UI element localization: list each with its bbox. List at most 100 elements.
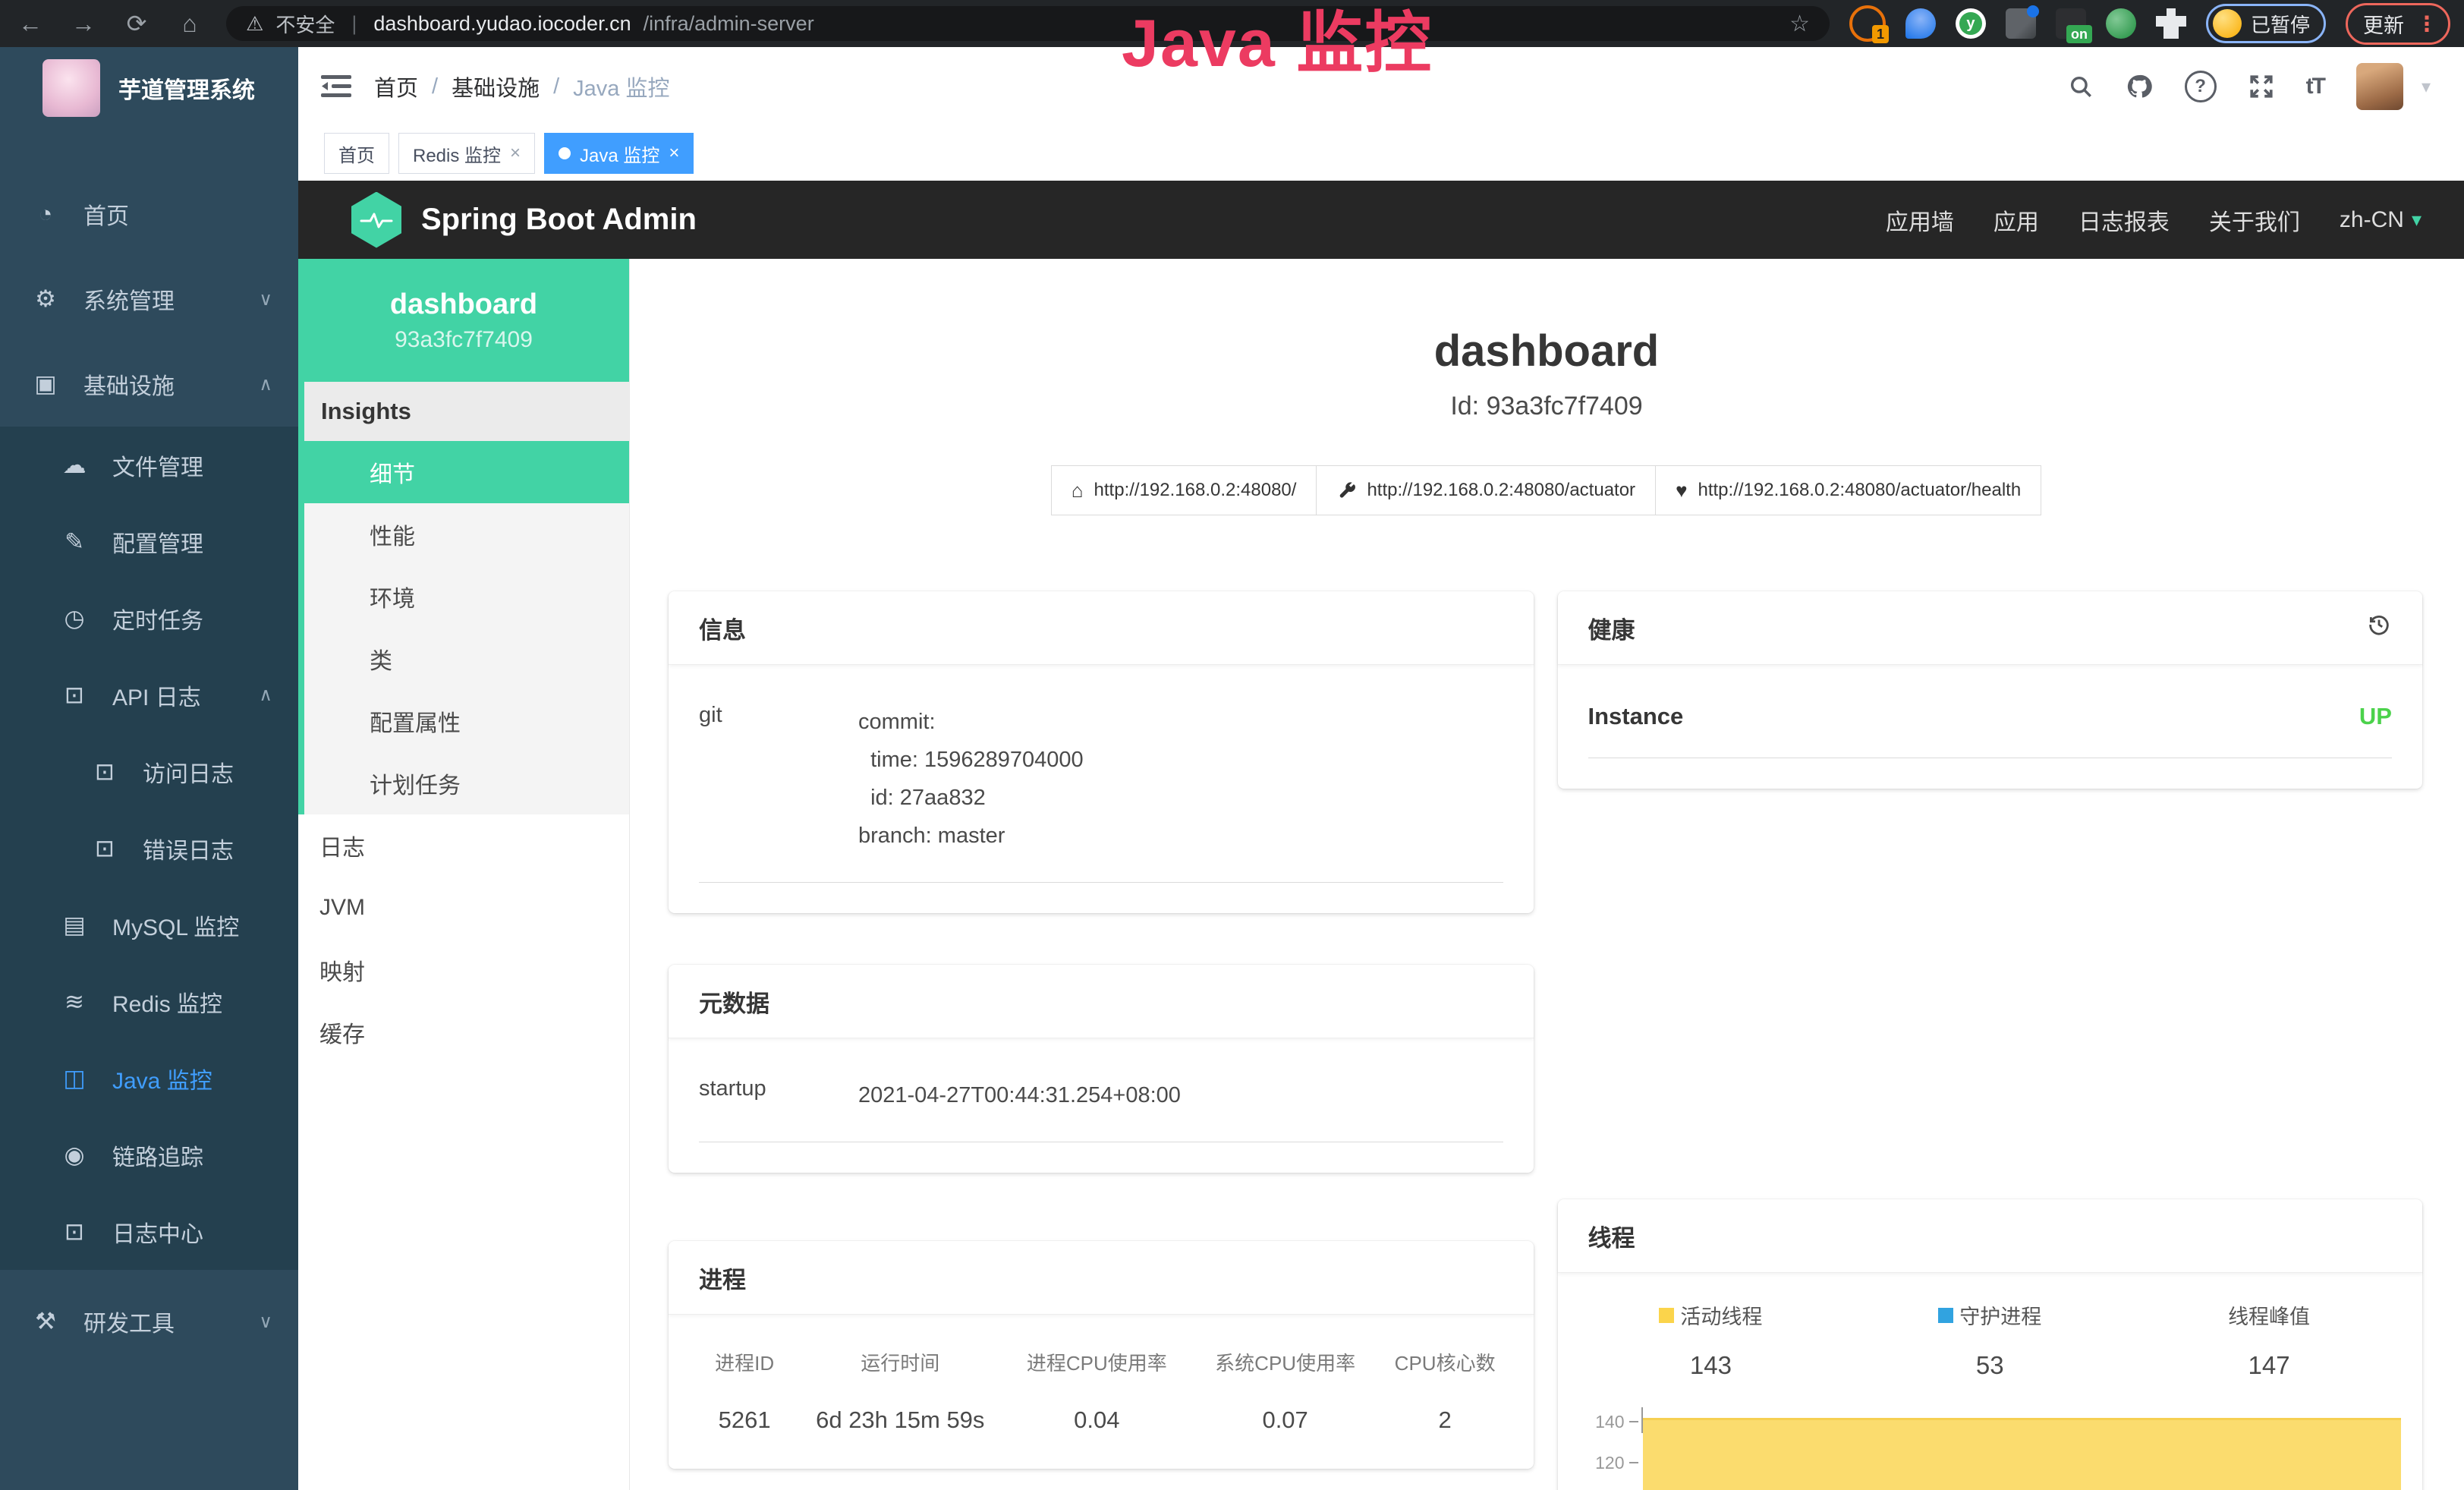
edit-icon: ✎ xyxy=(59,528,90,556)
address-bar[interactable]: ⚠ 不安全 | dashboard.yudao.iocoder.cn/infra… xyxy=(226,6,1830,41)
browser-back-icon[interactable]: ← xyxy=(14,11,47,36)
sba-item-metrics[interactable]: 性能 xyxy=(304,503,629,565)
process-col-cores: CPU核心数 xyxy=(1380,1348,1511,1376)
sidebar-item-java-monitor[interactable]: ◫ Java 监控 xyxy=(0,1040,298,1117)
process-col-cpu: 进程CPU使用率 xyxy=(1002,1348,1191,1376)
breadcrumb-infra[interactable]: 基础设施 xyxy=(452,71,540,102)
tab-home[interactable]: 首页 xyxy=(324,133,389,174)
sba-nav-journal[interactable]: 日志报表 xyxy=(2079,203,2170,237)
sidebar-item-log-center[interactable]: ⊡ 日志中心 xyxy=(0,1193,298,1270)
font-size-icon[interactable]: tT xyxy=(2306,74,2324,99)
browser-reload-icon[interactable]: ⟳ xyxy=(120,11,153,36)
service-url-link[interactable]: ⌂ http://192.168.0.2:48080/ xyxy=(1051,465,1317,515)
sba-item-jvm[interactable]: JVM xyxy=(298,877,629,939)
sidebar-item-access-log[interactable]: ⊡ 访问日志 xyxy=(0,733,298,810)
hamburger-icon[interactable] xyxy=(321,74,351,99)
process-card-title: 进程 xyxy=(669,1241,1534,1315)
sba-item-logs[interactable]: 日志 xyxy=(298,814,629,877)
sidebar-item-label: 链路追踪 xyxy=(112,1139,203,1172)
sba-item-classes[interactable]: 类 xyxy=(304,628,629,690)
sidebar-item-mysql-monitor[interactable]: ▤ MySQL 监控 xyxy=(0,887,298,963)
extension-pin-icon[interactable] xyxy=(1905,8,1936,39)
home-icon: ⌂ xyxy=(1072,479,1084,502)
health-url-link[interactable]: ♥ http://192.168.0.2:48080/actuator/heal… xyxy=(1655,465,2041,515)
extensions-puzzle-icon[interactable] xyxy=(2156,8,2186,39)
edit-square-icon: ⊡ xyxy=(90,835,120,862)
sidebar-item-infra[interactable]: ▣ 基础设施 ∧ xyxy=(0,342,298,427)
table-icon: ▤ xyxy=(59,912,90,939)
sba-nav-about[interactable]: 关于我们 xyxy=(2209,203,2300,237)
sidebar-item-system[interactable]: ⚙ 系统管理 ∨ xyxy=(0,257,298,342)
tab-java-monitor[interactable]: Java 监控 × xyxy=(544,133,694,174)
history-icon[interactable] xyxy=(2366,612,2392,644)
extension-icon-1[interactable]: 1 xyxy=(1849,5,1886,42)
sidebar-item-error-log[interactable]: ⊡ 错误日志 xyxy=(0,810,298,887)
sba-item-config-props[interactable]: 配置属性 xyxy=(304,690,629,752)
edit-square-icon: ⊡ xyxy=(90,758,120,786)
close-icon[interactable]: × xyxy=(669,143,679,164)
sidebar-item-scheduled-jobs[interactable]: ◷ 定时任务 xyxy=(0,580,298,657)
tab-redis-monitor[interactable]: Redis 监控 × xyxy=(398,133,535,174)
actuator-url-link[interactable]: http://192.168.0.2:48080/actuator xyxy=(1316,465,1656,515)
cards-right-column: 健康 Instance UP 线程 xyxy=(1558,591,2423,1490)
sba-brand-title[interactable]: Spring Boot Admin xyxy=(421,203,697,237)
sba-item-caches[interactable]: 缓存 xyxy=(298,1001,629,1063)
sidebar-item-label: 系统管理 xyxy=(83,282,175,316)
ytick-120: 120 xyxy=(1572,1453,1625,1473)
sidebar-item-config-manage[interactable]: ✎ 配置管理 xyxy=(0,503,298,580)
chevron-down-icon: ∨ xyxy=(259,1311,272,1333)
threads-card-title: 线程 xyxy=(1558,1199,2423,1273)
extension-dark-icon[interactable]: on xyxy=(2056,8,2086,39)
bookmark-star-icon[interactable]: ☆ xyxy=(1789,11,1810,37)
security-warning-icon: ⚠ xyxy=(246,12,263,36)
security-label[interactable]: 不安全 xyxy=(275,10,335,38)
screen-icon: ◫ xyxy=(59,1065,90,1092)
spring-boot-admin-logo-icon[interactable] xyxy=(351,192,401,248)
breadcrumb-current: Java 监控 xyxy=(573,71,669,102)
github-icon[interactable] xyxy=(2126,73,2153,100)
sidebar-item-redis-monitor[interactable]: ≋ Redis 监控 xyxy=(0,963,298,1040)
extension-y-icon[interactable]: y xyxy=(1956,8,1986,39)
avatar[interactable] xyxy=(2356,63,2403,110)
cards-left-column: 信息 git commit: time: 1596289704000 id: 2… xyxy=(669,591,1534,1469)
sidebar-item-dev-tools[interactable]: ⚒ 研发工具 ∨ xyxy=(0,1279,298,1364)
sidebar-item-label: Java 监控 xyxy=(112,1062,212,1095)
profile-chip[interactable]: 已暂停 xyxy=(2206,4,2326,43)
sidebar-item-api-log[interactable]: ⊡ API 日志 ∧ xyxy=(0,657,298,733)
extension-grid-icon[interactable] xyxy=(2006,8,2036,39)
health-card: 健康 Instance UP xyxy=(1558,591,2423,789)
process-val-syscpu: 0.07 xyxy=(1191,1407,1379,1434)
sidebar-item-home[interactable]: ◔ 首页 xyxy=(0,172,298,257)
process-col-uptime: 运行时间 xyxy=(798,1348,1002,1376)
metadata-startup-label: startup xyxy=(699,1076,858,1114)
browser-update-button[interactable]: 更新 ⋮ xyxy=(2346,3,2450,45)
fullscreen-icon[interactable] xyxy=(2248,74,2274,99)
app-logo[interactable]: 芋道管理系统 xyxy=(0,47,298,129)
help-icon[interactable]: ? xyxy=(2185,71,2217,102)
process-table: 进程ID 运行时间 进程CPU使用率 系统CPU使用率 CPU核心数 5261 … xyxy=(691,1348,1511,1434)
sba-item-scheduled-tasks[interactable]: 计划任务 xyxy=(304,752,629,814)
close-icon[interactable]: × xyxy=(510,143,521,164)
sba-nav-applications[interactable]: 应用 xyxy=(1994,203,2039,237)
caret-down-icon[interactable]: ▾ xyxy=(2422,76,2431,98)
sidebar-item-tracing[interactable]: ◉ 链路追踪 xyxy=(0,1117,298,1193)
sidebar-item-label: 首页 xyxy=(83,197,129,231)
sba-item-details[interactable]: 细节 xyxy=(304,441,629,503)
search-icon[interactable] xyxy=(2068,74,2094,99)
breadcrumb-home[interactable]: 首页 xyxy=(374,71,418,102)
browser-home-icon[interactable]: ⌂ xyxy=(173,11,206,36)
browser-forward-icon[interactable]: → xyxy=(67,11,100,36)
metadata-startup-row: startup 2021-04-27T00:44:31.254+08:00 xyxy=(699,1076,1503,1142)
sidebar-item-file-manage[interactable]: ☁ 文件管理 xyxy=(0,427,298,503)
sba-item-environment[interactable]: 环境 xyxy=(304,565,629,628)
health-card-title: 健康 xyxy=(1588,611,1635,645)
legend-daemon-threads: 守护进程 53 xyxy=(1850,1300,2129,1380)
health-url: http://192.168.0.2:48080/actuator/health xyxy=(1698,480,2022,501)
extension-leaf-icon[interactable] xyxy=(2106,8,2136,39)
sba-item-mappings[interactable]: 映射 xyxy=(298,939,629,1001)
browser-menu-icon[interactable]: ⋮ xyxy=(2416,11,2437,36)
sidebar-item-label: 访问日志 xyxy=(143,755,234,789)
sba-app-header[interactable]: dashboard 93a3fc7f7409 xyxy=(298,259,629,382)
sba-locale-select[interactable]: zh-CN ▾ xyxy=(2340,207,2422,233)
sba-nav-wallboard[interactable]: 应用墙 xyxy=(1886,203,1954,237)
